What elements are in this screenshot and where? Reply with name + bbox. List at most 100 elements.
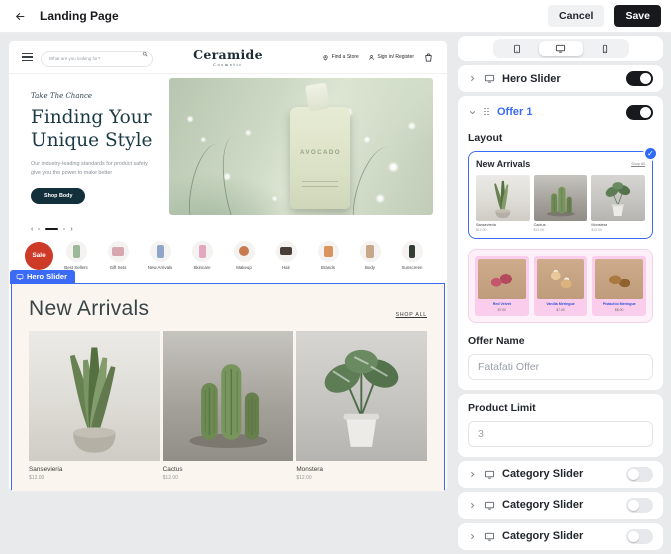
- monitor-icon: [484, 531, 495, 542]
- hero-description: Our industry-leading standards for produ…: [31, 160, 155, 178]
- category-thumb: [402, 241, 423, 262]
- prev-arrow-icon[interactable]: ‹: [31, 226, 33, 233]
- category-slider-toggle[interactable]: [626, 529, 653, 544]
- layout-label: Layout: [468, 132, 653, 144]
- chevron-down-icon[interactable]: [468, 108, 477, 117]
- bottle-small-text: · · ·: [290, 129, 350, 132]
- category-thumb: [192, 241, 213, 262]
- new-arrivals-header: New Arrivals SHOP ALL: [29, 297, 427, 321]
- sale-badge[interactable]: Sale: [25, 242, 53, 270]
- carousel-dot[interactable]: [38, 228, 40, 230]
- new-arrivals-section[interactable]: New Arrivals SHOP ALL: [11, 283, 445, 492]
- section-row-category-slider-3[interactable]: Category Slider: [458, 523, 663, 550]
- category-thumb: [234, 241, 255, 262]
- menu-icon[interactable]: [22, 53, 33, 62]
- category-item-brands[interactable]: Brands: [309, 241, 347, 270]
- storefront-logo[interactable]: Ceramide Cosmetic: [193, 47, 263, 67]
- product-name: Sansevieria: [29, 466, 160, 473]
- search-input[interactable]: [41, 51, 153, 67]
- hero-banner-image[interactable]: · · · AVOCADO: [169, 78, 433, 215]
- chevron-right-icon[interactable]: [468, 470, 477, 479]
- check-icon: ✓: [643, 146, 658, 161]
- category-item-hair[interactable]: Hair: [267, 241, 305, 270]
- chevron-right-icon[interactable]: [468, 501, 477, 510]
- next-arrow-icon[interactable]: ›: [70, 226, 72, 233]
- category-item-sunscreen[interactable]: Sunscreen: [393, 241, 431, 270]
- desktop-icon: [555, 43, 566, 54]
- chevron-right-icon[interactable]: [468, 74, 477, 83]
- category-slider-toggle[interactable]: [626, 467, 653, 482]
- chevron-right-icon[interactable]: [468, 532, 477, 541]
- product-limit-card: Product Limit: [458, 394, 663, 457]
- category-item-skincare[interactable]: Skincare: [183, 241, 221, 270]
- drag-handle-icon[interactable]: [484, 108, 490, 117]
- tablet-device-button[interactable]: [495, 41, 539, 56]
- preview-canvas: Ceramide Cosmetic Find a Store Sign in/ …: [8, 40, 448, 492]
- carousel-active-indicator[interactable]: [45, 228, 58, 230]
- product-name: Cactus: [163, 466, 294, 473]
- section-row-offer-1[interactable]: Offer 1: [468, 102, 653, 122]
- product-limit-label: Product Limit: [468, 402, 653, 414]
- storefront-search: [41, 47, 153, 67]
- sansevieria-image: [29, 331, 160, 461]
- monitor-icon: [484, 500, 495, 511]
- section-row-category-slider-2[interactable]: Category Slider: [458, 492, 663, 519]
- category-thumb: [108, 241, 129, 262]
- category-thumb: [360, 241, 381, 262]
- category-item-best-sellers[interactable]: Best Sellers: [57, 241, 95, 270]
- layout-option-pink[interactable]: Red Velvet $7.00 Vanilla Meringue $7.00 …: [468, 249, 653, 323]
- monitor-icon: [484, 469, 495, 480]
- carousel-dot[interactable]: [63, 228, 65, 230]
- monstera-image: [296, 331, 427, 461]
- hero-slider-toggle[interactable]: [626, 71, 653, 86]
- category-label: New Arrivals: [141, 265, 179, 270]
- category-item-new-arrivals[interactable]: New Arrivals: [141, 241, 179, 270]
- mini-product-card: Pistachio Meringue $8.00: [592, 256, 646, 316]
- category-item-makeup[interactable]: Makeup: [225, 241, 263, 270]
- bottle-line: [302, 181, 338, 182]
- save-button[interactable]: Save: [614, 5, 661, 27]
- monitor-icon: [16, 273, 24, 281]
- offer-section-card: Offer 1 Layout ✓ New Arrivals Shop All: [458, 96, 663, 390]
- category-item-gift-sets[interactable]: Gift Sets: [99, 241, 137, 270]
- botanical-stem: [216, 133, 271, 215]
- category-label: Gift Sets: [99, 265, 137, 270]
- mini-product-card: Red Velvet $7.00: [475, 256, 529, 316]
- mini-product-price: $12.00: [476, 228, 530, 232]
- tablet-icon: [512, 44, 522, 54]
- shop-body-button[interactable]: Shop Body: [31, 188, 85, 204]
- category-label: Makeup: [225, 265, 263, 270]
- desktop-device-button[interactable]: [539, 41, 583, 56]
- product-card-cactus[interactable]: Cactus $12.00: [163, 331, 294, 481]
- find-store-link[interactable]: Find a Store: [322, 54, 359, 61]
- section-row-category-slider-1[interactable]: Category Slider: [458, 461, 663, 488]
- cactus-thumb: [534, 175, 588, 221]
- mini-product-name: Monstera: [591, 223, 645, 227]
- category-item-body[interactable]: Body: [351, 241, 389, 270]
- back-arrow-icon[interactable]: [10, 6, 30, 26]
- mini-product-name: Pistachio Meringue: [595, 302, 643, 306]
- sansevieria-thumb: [476, 175, 530, 221]
- offer-toggle[interactable]: [626, 105, 653, 120]
- mini-product-card: Monstera $12.00: [591, 175, 645, 232]
- mini-product-name: Sansevieria: [476, 223, 530, 227]
- cancel-button[interactable]: Cancel: [548, 5, 604, 27]
- layout-preview-shop-all: Shop All: [631, 162, 645, 166]
- offer-name-input[interactable]: [468, 354, 653, 380]
- section-row-hero-slider[interactable]: Hero Slider: [458, 65, 663, 92]
- cart-bag-icon[interactable]: [423, 52, 434, 63]
- mobile-device-button[interactable]: [583, 41, 627, 56]
- category-thumb: [318, 241, 339, 262]
- product-grid: Sansevieria $12.00 Cact: [29, 331, 427, 481]
- product-limit-input[interactable]: [468, 421, 653, 447]
- shop-all-link[interactable]: SHOP ALL: [396, 312, 427, 321]
- layout-option-plants[interactable]: ✓ New Arrivals Shop All: [468, 151, 653, 239]
- sign-in-link[interactable]: Sign in/ Register: [368, 54, 414, 61]
- product-card-sansevieria[interactable]: Sansevieria $12.00: [29, 331, 160, 481]
- pink-layout-grid: Red Velvet $7.00 Vanilla Meringue $7.00 …: [475, 256, 646, 316]
- mini-product-price: $7.00: [478, 308, 526, 312]
- section-badge-hero-slider[interactable]: Hero Slider: [10, 270, 75, 284]
- product-card-monstera[interactable]: Monstera $12.00: [296, 331, 427, 481]
- category-label: Hair: [267, 265, 305, 270]
- product-price: $12.00: [163, 475, 294, 481]
